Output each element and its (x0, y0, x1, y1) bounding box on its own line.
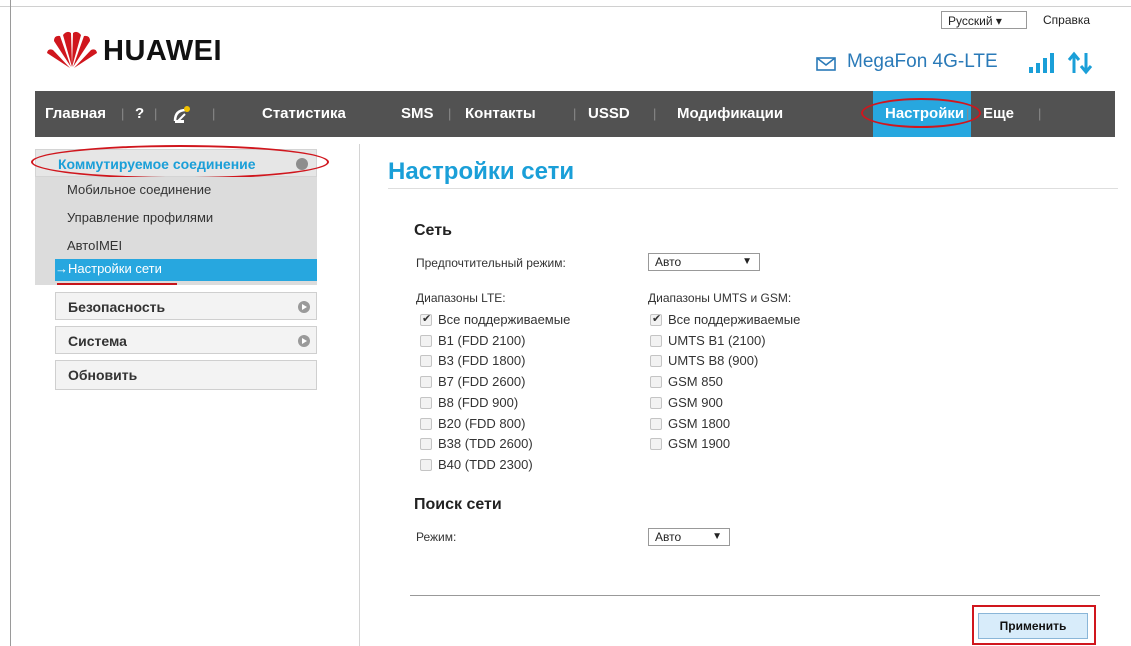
language-select[interactable]: Русский ▾ (941, 11, 1027, 29)
lte-band-checkbox[interactable] (420, 417, 432, 430)
umts-band-checkbox[interactable] (650, 312, 662, 326)
nav-more[interactable]: Еще (983, 91, 1014, 137)
lte-band-label: B8 (FDD 900) (438, 394, 519, 410)
search-mode-select[interactable]: Авто ▼ (648, 528, 730, 546)
logo-text: HUAWEI (103, 35, 222, 67)
lte-band-checkbox[interactable] (420, 355, 432, 368)
lte-band-checkbox[interactable] (420, 438, 432, 451)
lte-band-checkbox[interactable] (420, 334, 432, 347)
window-left-border (10, 0, 11, 646)
search-mode-value: Авто (655, 530, 682, 544)
sidebar-group-update-label: Обновить (68, 367, 138, 383)
nav-separator: | (154, 106, 158, 121)
content-divider (359, 144, 360, 646)
main-nav: Главная | ? | | Статистика SMS | Контакт… (35, 91, 1115, 137)
umts-band-label: UMTS B8 (900) (668, 353, 759, 369)
umts-band-checkbox[interactable] (650, 417, 662, 430)
lte-bands-label: Диапазоны LTE: (416, 291, 506, 305)
umts-band-label: GSM 900 (668, 394, 723, 410)
section-network-title: Сеть (414, 222, 452, 239)
nav-contacts[interactable]: Контакты (465, 91, 536, 137)
sidebar-group-security[interactable]: Безопасность (55, 292, 317, 320)
lte-band-checkbox[interactable] (420, 376, 432, 389)
lte-band-checkbox[interactable] (420, 312, 432, 326)
preferred-mode-label: Предпочтительный режим: (416, 256, 566, 270)
lte-band-label: B1 (FDD 2100) (438, 332, 526, 348)
nav-help[interactable]: ? (135, 91, 144, 137)
caret-down-icon: ▼ (742, 256, 752, 267)
sidebar-item-network-settings-label: →Настройки сети (55, 261, 162, 276)
preferred-mode-value: Авто (655, 255, 682, 269)
operator-name: MegaFon 4G-LTE (847, 51, 998, 72)
search-mode-label: Режим: (416, 530, 457, 544)
dialup-highlight-ring (31, 145, 329, 179)
sidebar-group-security-label: Безопасность (68, 299, 166, 315)
sidebar-item-profile-management[interactable]: Управление профилями (67, 210, 213, 225)
title-divider (388, 188, 1118, 189)
form-divider (410, 595, 1100, 596)
nav-home[interactable]: Главная (45, 91, 106, 137)
lte-band-label: B38 (TDD 2600) (438, 436, 533, 452)
nav-sms[interactable]: SMS (401, 91, 434, 137)
nav-separator: | (448, 106, 452, 121)
signal-icon (1029, 53, 1054, 73)
lte-band-label: Все поддерживаемые (438, 312, 571, 327)
help-link[interactable]: Справка (1043, 13, 1090, 27)
umts-band-label: GSM 1800 (668, 415, 731, 431)
huawei-petals-icon (47, 31, 97, 68)
lte-band-label: B40 (TDD 2300) (438, 456, 533, 472)
chevron-right-icon (298, 301, 310, 313)
sidebar-item-auto-imei[interactable]: AвтоIMEI (67, 238, 122, 253)
nav-separator: | (121, 106, 125, 121)
umts-band-checkbox[interactable] (650, 355, 662, 368)
active-item-underline (57, 283, 177, 285)
umts-band-label: GSM 1900 (668, 436, 731, 452)
sidebar-group-system-label: Система (68, 333, 127, 349)
mail-icon[interactable] (816, 57, 836, 71)
preferred-mode-select[interactable]: Авто ▼ (648, 253, 760, 271)
nav-separator: | (573, 106, 577, 121)
transfer-icon (1067, 51, 1093, 75)
sidebar-group-system[interactable]: Система (55, 326, 317, 354)
lte-band-label: B20 (FDD 800) (438, 415, 526, 431)
nav-ussd[interactable]: USSD (588, 91, 630, 137)
lte-band-label: B3 (FDD 1800) (438, 353, 526, 369)
nav-modifications[interactable]: Модификации (677, 91, 783, 137)
sidebar-group-update[interactable]: Обновить (55, 360, 317, 390)
apply-button[interactable]: Применить (978, 613, 1088, 639)
caret-down-icon: ▼ (712, 531, 722, 542)
sidebar-item-mobile-connection[interactable]: Мобильное соединение (67, 182, 211, 197)
lte-band-checkbox[interactable] (420, 458, 432, 471)
nav-separator: | (212, 106, 216, 121)
nav-separator: | (653, 106, 657, 121)
page-title: Настройки сети (388, 158, 575, 185)
umts-band-checkbox[interactable] (650, 396, 662, 409)
umts-band-label: UMTS B1 (2100) (668, 332, 766, 348)
umts-band-label: Все поддерживаемые (668, 312, 801, 327)
language-value: Русский (948, 14, 993, 28)
chevron-right-icon (298, 335, 310, 347)
router-settings-page: HUAWEI Русский ▾ Справка MegaFon 4G-LTE … (0, 0, 1131, 646)
nav-statistics[interactable]: Статистика (262, 91, 346, 137)
settings-highlight-ring (861, 98, 981, 128)
umts-band-label: GSM 850 (668, 374, 723, 390)
lte-band-label: B7 (FDD 2600) (438, 374, 526, 390)
umts-band-checkbox[interactable] (650, 376, 662, 389)
header: HUAWEI Русский ▾ Справка MegaFon 4G-LTE (11, 7, 1121, 87)
umts-band-checkbox[interactable] (650, 334, 662, 347)
satellite-icon[interactable] (172, 104, 192, 124)
huawei-logo[interactable]: HUAWEI (45, 29, 285, 79)
nav-separator: | (1038, 106, 1042, 121)
umts-bands-label: Диапазоны UMTS и GSM: (648, 291, 792, 305)
umts-band-checkbox[interactable] (650, 438, 662, 451)
lte-band-checkbox[interactable] (420, 396, 432, 409)
section-search-title: Поиск сети (414, 496, 502, 513)
